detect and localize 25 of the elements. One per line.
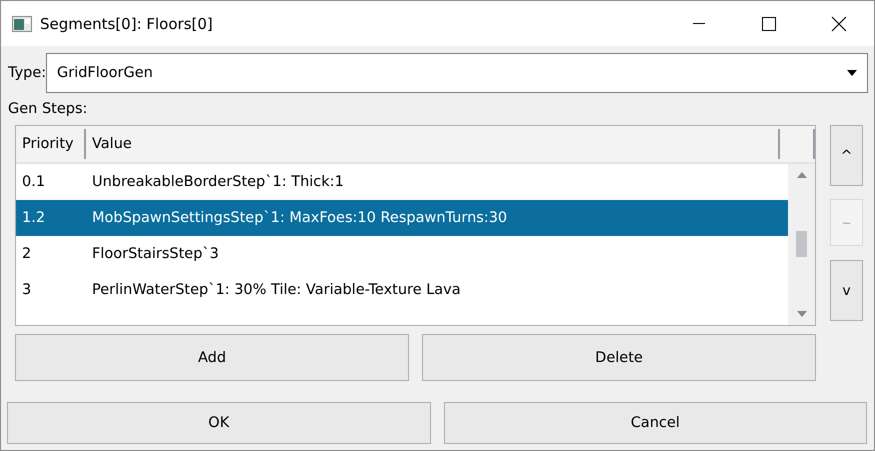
- cancel-button[interactable]: Cancel: [444, 402, 867, 444]
- scroll-thumb[interactable]: [796, 230, 807, 256]
- scrollbar[interactable]: [788, 164, 815, 325]
- close-icon: [831, 16, 847, 32]
- column-header[interactable]: Priority: [16, 129, 86, 159]
- move-down-button[interactable]: v: [830, 260, 863, 321]
- window-title: Segments[0]: Floors[0]: [40, 14, 213, 32]
- caret-icon: [847, 70, 857, 76]
- list-row[interactable]: 0.1 UnbreakableBorderStep`1: Thick:1: [16, 164, 788, 200]
- list-row[interactable]: 3 PerlinWaterStep`1: 30% Tile: Variable-Texture Lava: [16, 272, 788, 308]
- list-button[interactable]: Delete: [422, 334, 816, 381]
- list-row[interactable]: 1.2 MobSpawnSettingsStep`1: MaxFoes:10 RespawnTurns:30: [16, 200, 788, 236]
- ok-button[interactable]: OK: [7, 402, 430, 444]
- app-icon: [12, 16, 32, 32]
- maximize-icon: [762, 16, 776, 30]
- scroll-up-icon[interactable]: [796, 172, 806, 178]
- type-label: Type:: [8, 65, 46, 81]
- move-up-button[interactable]: ^: [830, 125, 863, 186]
- gen-steps-label: Gen Steps:: [8, 101, 88, 119]
- list-button[interactable]: Add: [15, 334, 409, 381]
- scroll-down-icon[interactable]: [796, 311, 806, 317]
- list-row[interactable]: 2 FloorStairsStep`3: [16, 236, 788, 272]
- column-header[interactable]: Value: [86, 129, 780, 159]
- type-dropdown[interactable]: GridFloorGen: [46, 53, 868, 93]
- minimize-icon: [693, 23, 705, 24]
